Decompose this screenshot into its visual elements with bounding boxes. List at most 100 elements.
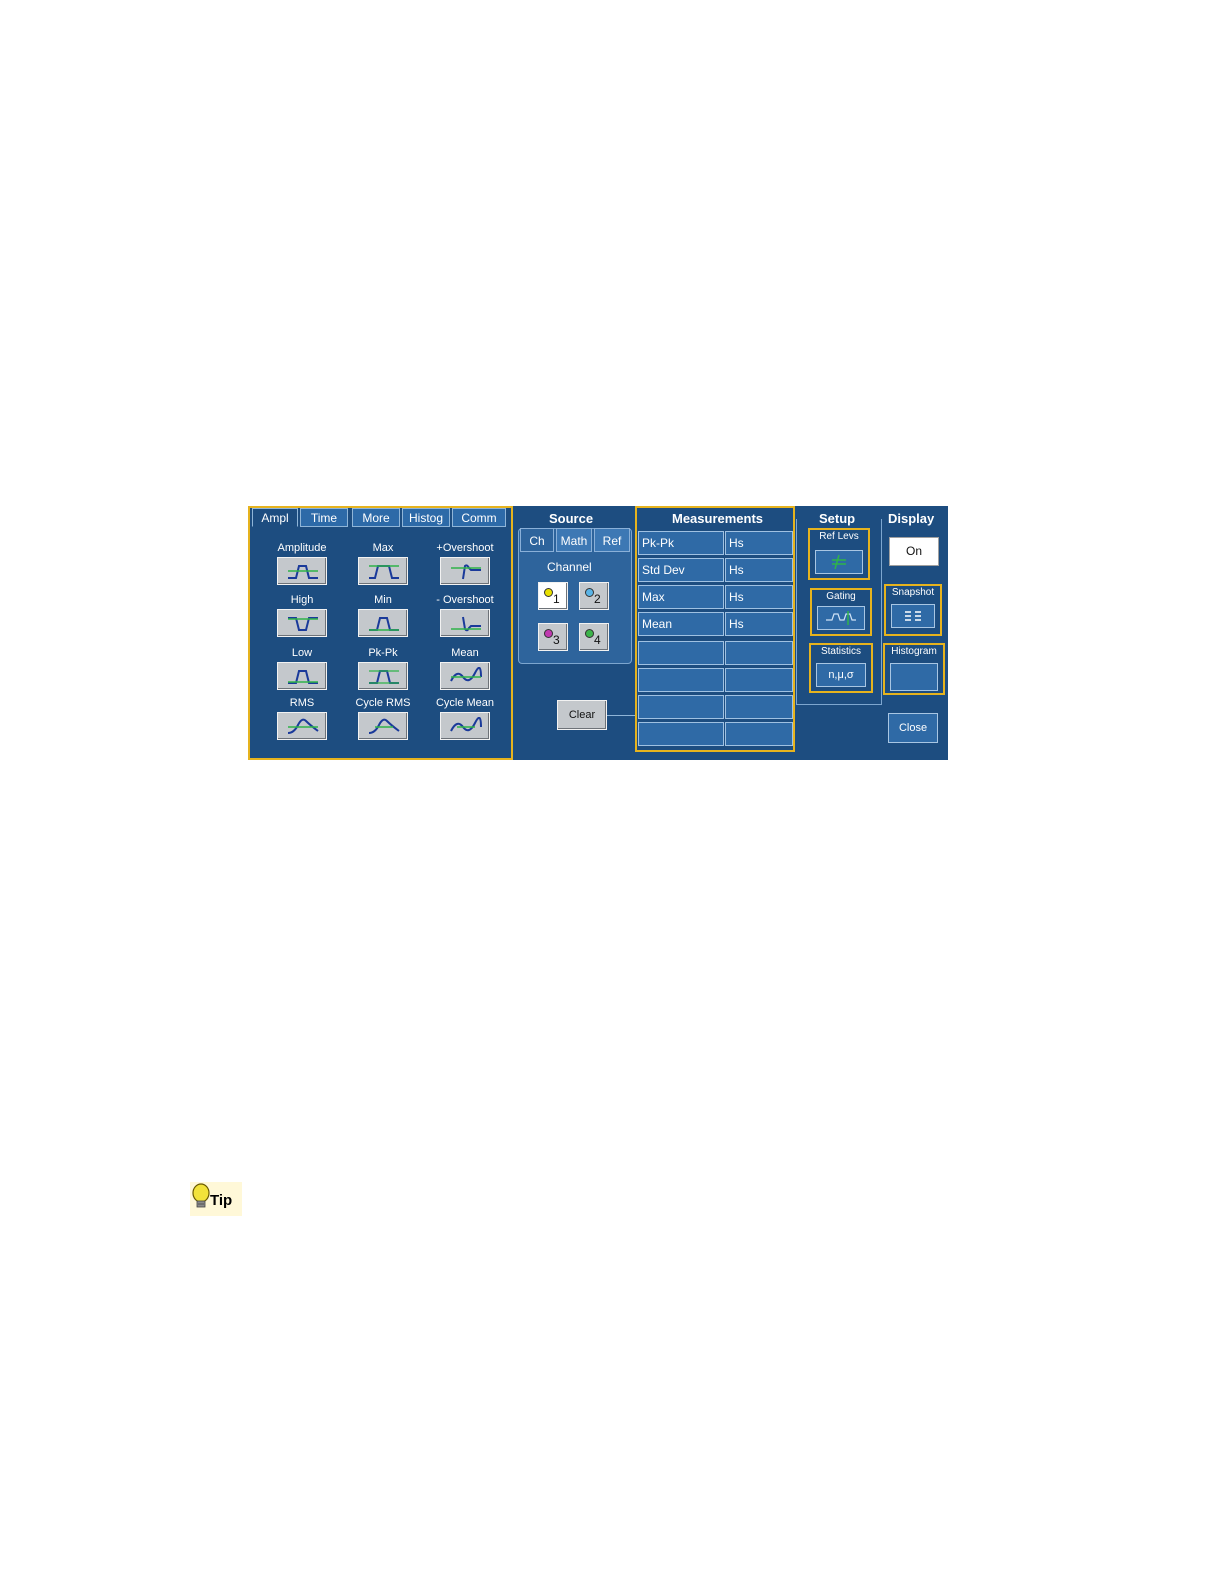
channel-3-number: 3 xyxy=(553,633,560,647)
measurement-source-cell[interactable] xyxy=(725,668,793,692)
negative-overshoot-waveform-icon xyxy=(451,616,481,632)
histogram-button[interactable] xyxy=(890,663,938,691)
mean-label: Mean xyxy=(451,647,479,659)
tab-more[interactable]: More xyxy=(352,508,400,527)
measurement-name-cell[interactable]: Max xyxy=(638,585,724,609)
low-waveform-icon xyxy=(288,670,318,684)
channel-2-button[interactable]: 2 xyxy=(579,582,609,610)
amplitude-waveform-icon xyxy=(288,565,318,579)
measurement-source-cell[interactable] xyxy=(725,695,793,719)
tip-label: Tip xyxy=(210,1192,233,1209)
measurement-source-cell[interactable]: Hs xyxy=(725,531,793,555)
amplitude-label: Amplitude xyxy=(277,542,327,554)
amplitude-button[interactable] xyxy=(277,557,327,585)
high-label: High xyxy=(290,594,314,606)
low-button[interactable] xyxy=(277,662,327,690)
low-label: Low xyxy=(291,647,313,659)
measurement-name-cell[interactable]: Mean xyxy=(638,612,724,636)
gating-label: Gating xyxy=(826,591,856,602)
histogram-highlight: Histogram xyxy=(883,643,945,695)
snapshot-highlight: Snapshot xyxy=(884,584,942,636)
cycle-rms-waveform-icon xyxy=(368,718,400,734)
measurement-name-cell[interactable] xyxy=(638,695,724,719)
channel-2-number: 2 xyxy=(594,592,601,606)
measurement-source-cell[interactable]: Hs xyxy=(725,558,793,582)
rms-label: RMS xyxy=(289,697,315,709)
channel-1-number: 1 xyxy=(553,592,560,606)
mean-button[interactable] xyxy=(440,662,490,690)
gating-waveform-icon xyxy=(826,611,856,625)
display-title: Display xyxy=(888,511,935,526)
ref-levs-button[interactable] xyxy=(815,550,863,574)
snapshot-label: Snapshot xyxy=(891,587,935,598)
channel-2-dot-icon xyxy=(585,588,594,597)
measurement-source-cell[interactable] xyxy=(725,722,793,746)
rms-waveform-icon xyxy=(287,718,319,734)
high-waveform-icon xyxy=(288,617,318,631)
channel-1-dot-icon xyxy=(544,588,553,597)
pk-pk-label: Pk-Pk xyxy=(368,647,398,659)
channel-1-button[interactable]: 1 xyxy=(538,582,568,610)
source-title: Source xyxy=(549,511,594,526)
statistics-label: Statistics xyxy=(820,646,861,657)
measurement-name-cell[interactable] xyxy=(638,641,724,665)
cycle-mean-label: Cycle Mean xyxy=(435,697,495,709)
measurement-name-cell[interactable] xyxy=(638,722,724,746)
gating-button[interactable] xyxy=(817,606,865,630)
tab-comm[interactable]: Comm xyxy=(452,508,506,527)
cycle-mean-waveform-icon xyxy=(450,717,482,732)
channel-label: Channel xyxy=(547,560,592,574)
cycle-mean-button[interactable] xyxy=(440,712,490,740)
high-button[interactable] xyxy=(277,609,327,637)
ref-levs-highlight: Ref Levs xyxy=(808,528,870,580)
cycle-rms-button[interactable] xyxy=(358,712,408,740)
pk-pk-button[interactable] xyxy=(358,662,408,690)
max-label: Max xyxy=(372,542,394,554)
pk-pk-waveform-icon xyxy=(369,670,399,684)
histogram-label: Histogram xyxy=(891,646,937,657)
tab-ampl[interactable]: Ampl xyxy=(252,508,298,527)
close-button[interactable]: Close xyxy=(888,713,938,743)
channel-3-dot-icon xyxy=(544,629,553,638)
measurement-source-cell[interactable] xyxy=(725,641,793,665)
reference-levels-icon xyxy=(832,554,846,570)
minus-overshoot-button[interactable] xyxy=(440,609,490,637)
channel-3-button[interactable]: 3 xyxy=(538,623,568,651)
snapshot-icon xyxy=(905,611,921,621)
clear-connector xyxy=(607,715,635,716)
source-tab-ref[interactable]: Ref xyxy=(594,528,630,552)
channel-4-button[interactable]: 4 xyxy=(579,623,609,651)
tab-histog[interactable]: Histog xyxy=(402,508,450,527)
max-button[interactable] xyxy=(358,557,408,585)
measurement-name-cell[interactable]: Pk-Pk xyxy=(638,531,724,555)
rms-button[interactable] xyxy=(277,712,327,740)
measurement-name-cell[interactable]: Std Dev xyxy=(638,558,724,582)
measurement-setup-panel: Ampl Time More Histog Comm Amplitude Max… xyxy=(248,506,948,760)
source-tab-ch[interactable]: Ch xyxy=(520,528,554,552)
max-waveform-icon xyxy=(369,565,399,579)
tab-time[interactable]: Time xyxy=(300,508,348,527)
measurements-title: Measurements xyxy=(672,511,764,526)
measurement-name-cell[interactable] xyxy=(638,668,724,692)
plus-overshoot-label: +Overshoot xyxy=(436,542,494,554)
channel-4-dot-icon xyxy=(585,629,594,638)
statistics-button[interactable]: n,μ,σ xyxy=(816,663,866,687)
min-label: Min xyxy=(374,594,392,606)
mean-waveform-icon xyxy=(450,667,482,682)
min-button[interactable] xyxy=(358,609,408,637)
cycle-rms-label: Cycle RMS xyxy=(355,697,411,709)
display-on-toggle[interactable]: On xyxy=(889,537,939,566)
statistics-highlight: Statistics n,μ,σ xyxy=(809,643,873,693)
ref-levs-label: Ref Levs xyxy=(819,531,859,542)
gating-highlight: Gating xyxy=(810,588,872,636)
overshoot-waveform-icon xyxy=(451,564,481,580)
plus-overshoot-button[interactable] xyxy=(440,557,490,585)
source-tab-math[interactable]: Math xyxy=(556,528,592,552)
measurement-source-cell[interactable]: Hs xyxy=(725,612,793,636)
snapshot-button[interactable] xyxy=(891,604,935,628)
measurement-source-cell[interactable]: Hs xyxy=(725,585,793,609)
clear-button[interactable]: Clear xyxy=(557,700,607,730)
channel-4-number: 4 xyxy=(594,633,601,647)
minus-overshoot-label: - Overshoot xyxy=(436,594,494,606)
tip-callout: Tip xyxy=(190,1182,242,1216)
